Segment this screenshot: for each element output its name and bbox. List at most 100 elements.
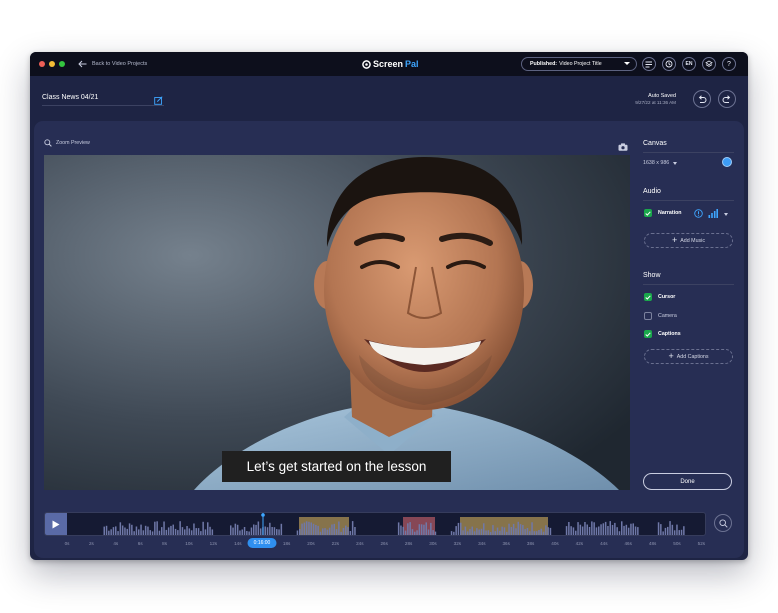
volume-bars-icon[interactable] [708, 209, 718, 218]
waveform-bar [177, 530, 179, 535]
language-button[interactable]: EN [682, 57, 696, 71]
check-icon [645, 294, 651, 300]
waveform-bar [409, 522, 411, 535]
add-music-button[interactable]: + Add Music [644, 233, 733, 248]
back-to-projects-link[interactable]: Back to Video Projects [78, 58, 147, 70]
waveform-bar [209, 526, 211, 535]
audio-section-title: Audio [643, 188, 661, 195]
waveform-bar [126, 528, 128, 535]
waveform-bar [577, 522, 579, 535]
history-icon [665, 60, 673, 68]
help-button[interactable]: ? [722, 57, 736, 71]
history-button[interactable] [662, 57, 676, 71]
waveform-bar [211, 529, 214, 535]
waveform-bar [492, 525, 494, 535]
canvas-color-picker[interactable] [722, 157, 732, 167]
waveform-bar [110, 529, 112, 535]
waveform-bar [588, 527, 591, 535]
waveform-bar [324, 528, 326, 535]
waveform-bar [167, 527, 170, 535]
timeline-tick-label: 0s [64, 541, 70, 546]
waveform-bar [181, 527, 184, 535]
waveform-bar [278, 529, 280, 535]
list-menu-button[interactable] [642, 57, 656, 71]
layers-button[interactable] [702, 57, 716, 71]
timeline-track[interactable] [44, 512, 706, 536]
timeline-tick-label: 18s [282, 541, 291, 546]
video-frame-image [44, 155, 630, 490]
timeline-tick-label: 44s [600, 541, 608, 546]
redo-button[interactable] [718, 90, 736, 108]
edit-title-button[interactable] [154, 92, 163, 110]
info-icon[interactable] [694, 209, 703, 218]
narration-checkbox[interactable] [644, 209, 652, 217]
edit-icon [154, 96, 163, 105]
done-button[interactable]: Done [643, 473, 732, 490]
waveform-bar [239, 530, 241, 535]
timeline-tick-label: 46s [624, 541, 632, 546]
waveform-bar [105, 525, 108, 535]
waveform-bar [478, 529, 480, 535]
timeline-zoom-button[interactable] [714, 514, 732, 532]
captions-checkbox[interactable] [644, 330, 652, 338]
maximize-window-button[interactable] [59, 61, 65, 67]
camera-checkbox[interactable] [644, 312, 652, 320]
play-button[interactable] [45, 513, 67, 535]
waveform-bar [319, 531, 322, 535]
waveform-bar [236, 524, 239, 535]
waveform-bar [494, 531, 496, 535]
waveform-bar [414, 531, 416, 535]
waveform-bar [161, 527, 163, 535]
cursor-checkbox[interactable] [644, 293, 652, 301]
back-label: Back to Video Projects [92, 61, 148, 67]
waveform-bar [117, 531, 119, 535]
waveform-bar [416, 530, 418, 535]
waveform-bar [345, 525, 347, 535]
waveform-bar [271, 527, 273, 535]
waveform-bar [542, 531, 545, 535]
captions-label: Captions [658, 331, 681, 337]
waveform-bar [489, 532, 492, 535]
search-icon [44, 139, 52, 147]
close-window-button[interactable] [39, 61, 45, 67]
undo-button[interactable] [693, 90, 711, 108]
cursor-toggle[interactable]: Cursor [644, 293, 675, 301]
zoom-preview-button[interactable]: Zoom Preview [44, 139, 90, 147]
captions-toggle[interactable]: Captions [644, 330, 681, 338]
camera-toggle[interactable]: Camera [644, 312, 677, 320]
chevron-down-icon[interactable] [724, 213, 728, 216]
add-captions-label: Add Captions [676, 353, 709, 360]
canvas-size-select[interactable]: 1638 x 986 [643, 160, 678, 166]
caption-overlay[interactable]: Let’s get started on the lesson [222, 451, 451, 482]
canvas-size-value: 1638 x 986 [643, 160, 670, 166]
waveform-bar [508, 523, 510, 535]
waveform-bar [547, 527, 549, 535]
waveform-bar [676, 524, 678, 535]
waveform-bar [303, 522, 306, 535]
waveform-bar [135, 526, 138, 535]
waveform-bar [427, 529, 430, 535]
divider [643, 200, 734, 201]
snapshot-button[interactable] [618, 138, 628, 156]
timeline-tick-label: 38s [526, 541, 535, 546]
waveform-bar [230, 525, 232, 535]
waveform-bar [269, 522, 271, 535]
search-icon [718, 518, 728, 528]
waveform-bar [124, 527, 126, 535]
add-captions-button[interactable]: + Add Captions [644, 349, 733, 364]
minimize-window-button[interactable] [49, 61, 55, 67]
project-title-field[interactable]: Class News 04/21 [42, 92, 164, 106]
waveform-bar [540, 528, 542, 535]
waveform-bar [630, 523, 632, 535]
waveform-bar [487, 530, 490, 535]
project-header: Class News 04/21 Auto Saved 9/27/22 at 1… [30, 76, 748, 121]
narration-toggle[interactable]: Narration [644, 209, 682, 217]
video-preview[interactable]: Let’s get started on the lesson [44, 155, 630, 490]
waveform-bar [602, 523, 605, 535]
editor-panel: Zoom Preview Let’s get started on the le… [34, 121, 744, 558]
waveform-bar [204, 529, 207, 535]
waveform-bar [432, 530, 434, 535]
publish-dropdown[interactable]: Published: Video Project Title [521, 57, 637, 71]
waveform-bar [165, 529, 168, 535]
playhead-time[interactable]: 0:16:00 [247, 538, 277, 548]
